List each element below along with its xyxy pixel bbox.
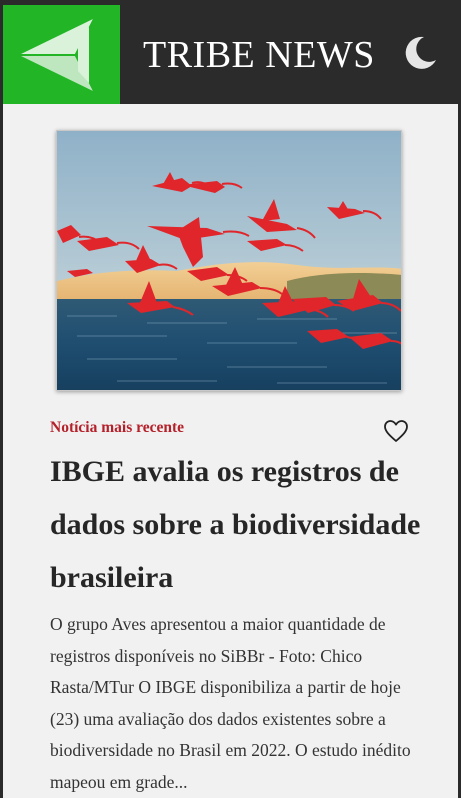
article-image[interactable] (56, 130, 402, 391)
theme-toggle-button[interactable] (400, 33, 440, 73)
article-title[interactable]: IBGE avalia os registros de dados sobre … (50, 445, 430, 604)
brand-title: TRIBE NEWS (143, 34, 375, 76)
paper-plane-icon (21, 19, 93, 91)
moon-icon (405, 36, 436, 69)
scarlet-ibis-photo (57, 131, 401, 390)
article-card: Notícia mais recente IBGE avalia os regi… (3, 104, 458, 798)
logo[interactable] (3, 5, 120, 105)
favorite-button[interactable] (383, 418, 409, 444)
latest-news-label: Notícia mais recente (50, 419, 184, 436)
app-header: TRIBE NEWS (0, 0, 461, 105)
article-summary: O grupo Aves apresentou a maior quantida… (50, 614, 411, 792)
heart-outline-icon (384, 420, 408, 442)
